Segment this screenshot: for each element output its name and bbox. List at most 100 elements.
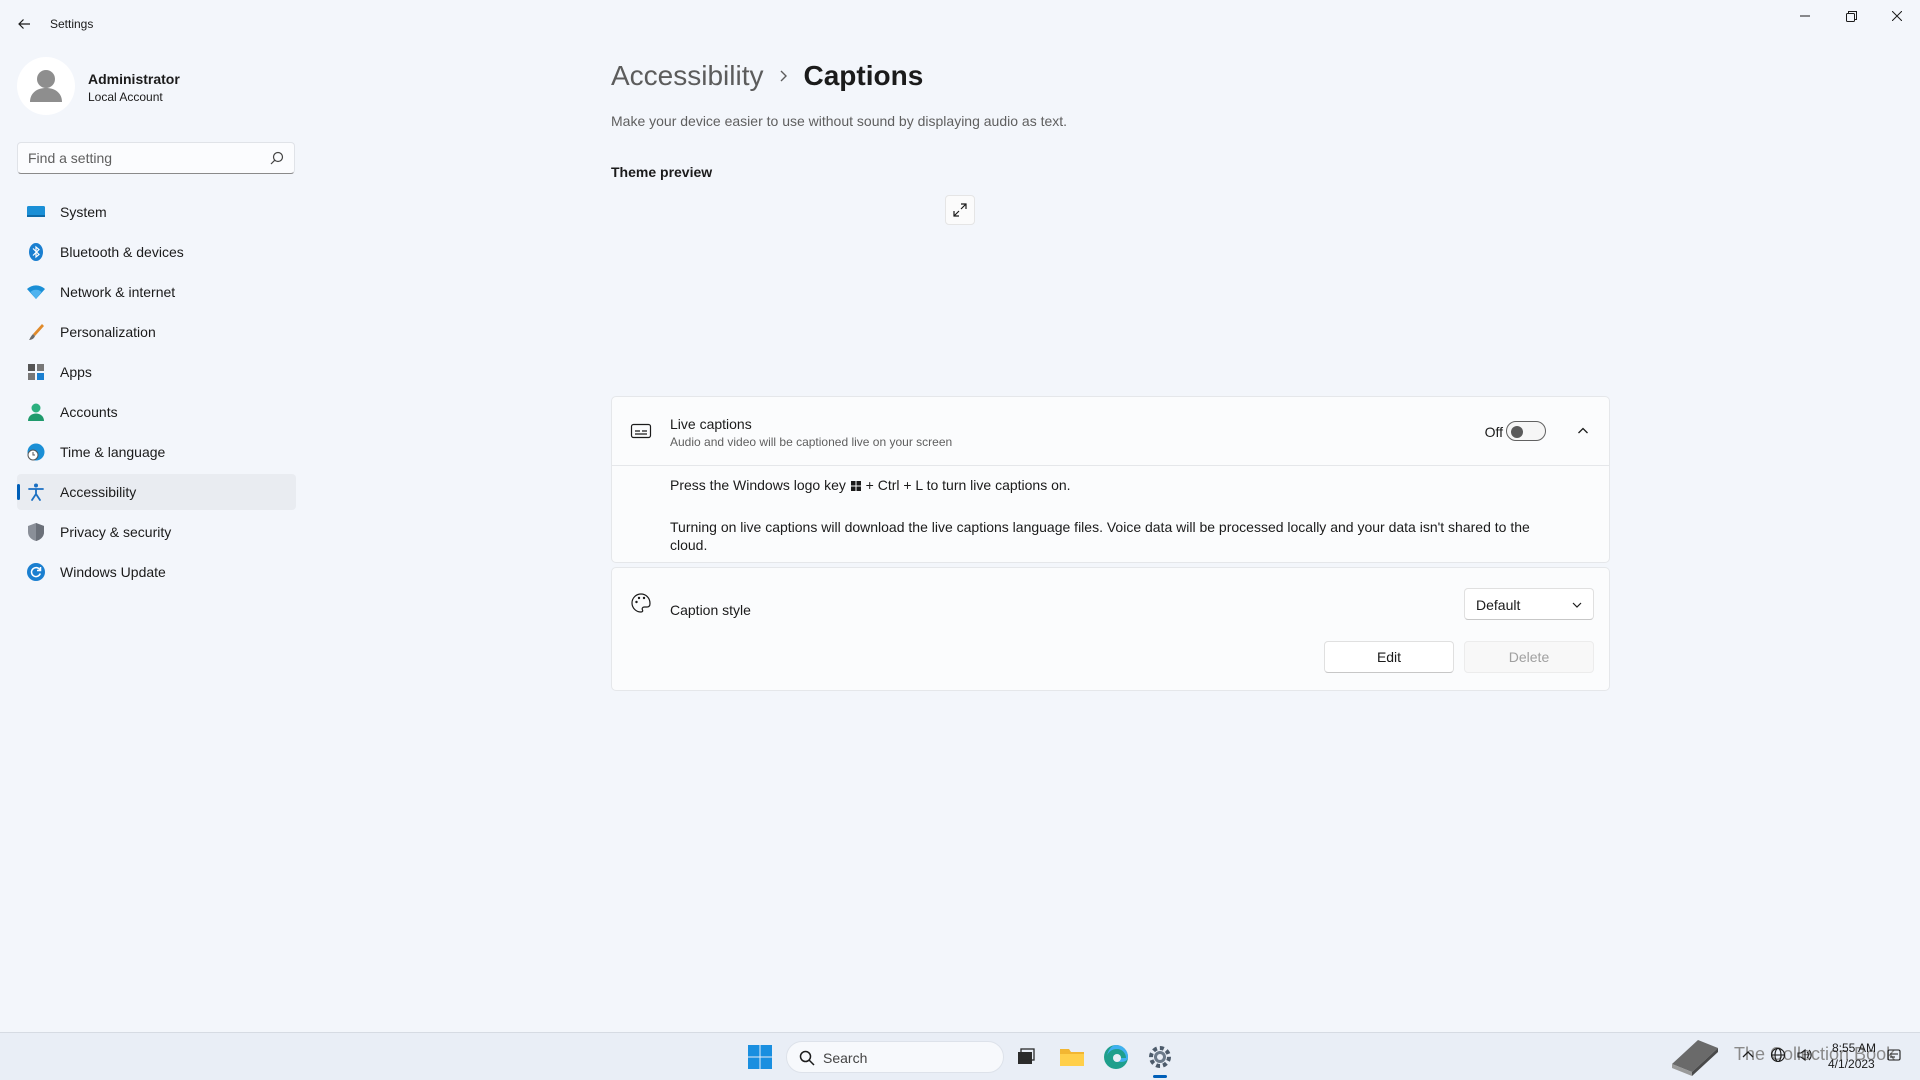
avatar [17, 57, 75, 115]
sidebar-item-windows-update[interactable]: Windows Update [17, 554, 296, 590]
network-globe-icon[interactable] [1770, 1047, 1786, 1063]
task-view-button[interactable] [1010, 1041, 1042, 1073]
minimize-icon [1800, 15, 1810, 17]
user-silhouette-icon [30, 70, 62, 102]
shield-icon [26, 522, 46, 542]
page-title: Captions [803, 60, 924, 91]
windows-logo-icon [748, 1045, 772, 1069]
chevron-up-icon [1578, 427, 1588, 434]
caption-style-dropdown[interactable]: Default [1464, 588, 1594, 620]
palette-icon [630, 592, 652, 614]
theme-preview-title: Theme preview [611, 164, 713, 180]
sidebar-item-personalization[interactable]: Personalization [17, 314, 296, 350]
edge-browser-button[interactable] [1100, 1041, 1132, 1073]
profile-account-type: Local Account [88, 90, 163, 104]
caption-style-title: Caption style [670, 602, 751, 618]
user-profile[interactable]: Administrator Local Account [17, 57, 297, 117]
live-captions-subtitle: Audio and video will be captioned live o… [670, 435, 953, 449]
folder-icon [1060, 1049, 1084, 1066]
close-icon [1892, 11, 1902, 21]
shortcut-hint: Press the Windows logo key + Ctrl + L to… [670, 476, 1071, 494]
windows-logo-icon [850, 481, 861, 491]
sidebar-item-label: Bluetooth & devices [60, 244, 184, 260]
sidebar-item-label: Time & language [60, 444, 166, 460]
sidebar-item-accessibility[interactable]: Accessibility [17, 474, 296, 510]
file-explorer-button[interactable] [1056, 1041, 1088, 1073]
shortcut-hint-after: + Ctrl + L to turn live captions on. [865, 477, 1071, 493]
sidebar-item-label: Accessibility [60, 484, 137, 500]
live-captions-toggle[interactable] [1506, 421, 1546, 441]
download-note: Turning on live captions will download t… [670, 519, 1530, 553]
accounts-icon [26, 402, 46, 422]
sidebar-item-label: Apps [60, 364, 92, 380]
settings-taskbar-button[interactable] [1144, 1041, 1176, 1073]
sidebar-item-privacy-security[interactable]: Privacy & security [17, 514, 296, 550]
search-input[interactable] [18, 143, 258, 173]
clock-date[interactable]: 4/1/2023 [1828, 1057, 1875, 1071]
live-captions-card: Live captions Audio and video will be ca… [611, 396, 1610, 563]
active-app-indicator [1153, 1075, 1167, 1078]
network-icon [26, 282, 46, 302]
shortcut-hint-before: Press the Windows logo key [670, 477, 846, 493]
back-button[interactable] [10, 10, 38, 38]
edge-icon [1104, 1045, 1128, 1069]
captions-icon [630, 420, 652, 442]
dropdown-selected-value: Default [1476, 597, 1521, 613]
sidebar-item-time-language[interactable]: Time & language [17, 434, 296, 470]
clock-time[interactable]: 8:55 AM [1832, 1041, 1876, 1055]
back-arrow-icon [18, 19, 30, 29]
sidebar-item-network[interactable]: Network & internet [17, 274, 296, 310]
taskbar-search[interactable]: Search [786, 1041, 1004, 1073]
collapse-button[interactable] [1573, 421, 1593, 441]
brush-icon [26, 322, 46, 342]
edit-button[interactable]: Edit [1324, 641, 1454, 673]
taskbar: Search [0, 1032, 1920, 1080]
notifications-icon[interactable] [1886, 1047, 1902, 1063]
time-language-icon [26, 442, 46, 462]
sidebar-item-label: System [60, 204, 107, 220]
sidebar-item-label: Windows Update [60, 564, 166, 580]
page-description: Make your device easier to use without s… [611, 113, 1068, 129]
sidebar-item-label: Network & internet [60, 284, 176, 300]
sidebar-item-label: Privacy & security [60, 524, 172, 540]
toggle-state-label: Off [1484, 424, 1503, 440]
title-bar: Settings [0, 0, 1920, 48]
breadcrumb-chevron-icon [763, 66, 803, 86]
search-icon[interactable] [270, 151, 284, 165]
expand-preview-button[interactable] [945, 195, 975, 225]
sidebar-item-label: Personalization [60, 324, 156, 340]
sidebar-item-system[interactable]: System [17, 194, 296, 230]
breadcrumb: Accessibility Captions [611, 54, 923, 98]
minimize-button[interactable] [1782, 0, 1828, 32]
live-captions-title: Live captions [670, 416, 752, 432]
caption-style-card: Caption style Default Edit Delete [611, 567, 1610, 691]
volume-icon[interactable] [1796, 1047, 1812, 1063]
delete-button: Delete [1464, 641, 1594, 673]
sidebar-item-apps[interactable]: Apps [17, 354, 296, 390]
start-button[interactable] [746, 1043, 774, 1071]
gear-icon [1149, 1046, 1171, 1068]
restore-button[interactable] [1828, 0, 1874, 32]
settings-search[interactable] [17, 142, 295, 174]
sidebar-item-bluetooth[interactable]: Bluetooth & devices [17, 234, 296, 270]
search-icon [799, 1050, 815, 1066]
windows-update-icon [26, 562, 46, 582]
close-button[interactable] [1874, 0, 1920, 32]
live-captions-header[interactable]: Live captions Audio and video will be ca… [612, 397, 1609, 466]
task-view-icon [1018, 1048, 1035, 1064]
profile-name: Administrator [88, 71, 180, 87]
taskbar-search-label: Search [823, 1050, 868, 1066]
sidebar-item-label: Accounts [60, 404, 118, 420]
bluetooth-icon [26, 242, 46, 262]
watermark: The Collection Book [1668, 1032, 1895, 1080]
restore-icon [1845, 10, 1857, 22]
chevron-up-icon[interactable] [1740, 1047, 1756, 1063]
apps-icon [26, 362, 46, 382]
accessibility-icon [26, 482, 46, 502]
app-title: Settings [50, 17, 94, 31]
breadcrumb-parent[interactable]: Accessibility [611, 60, 763, 92]
toggle-knob [1511, 426, 1523, 438]
book-icon [1672, 1040, 1718, 1076]
expand-icon [953, 203, 967, 217]
sidebar-item-accounts[interactable]: Accounts [17, 394, 296, 430]
